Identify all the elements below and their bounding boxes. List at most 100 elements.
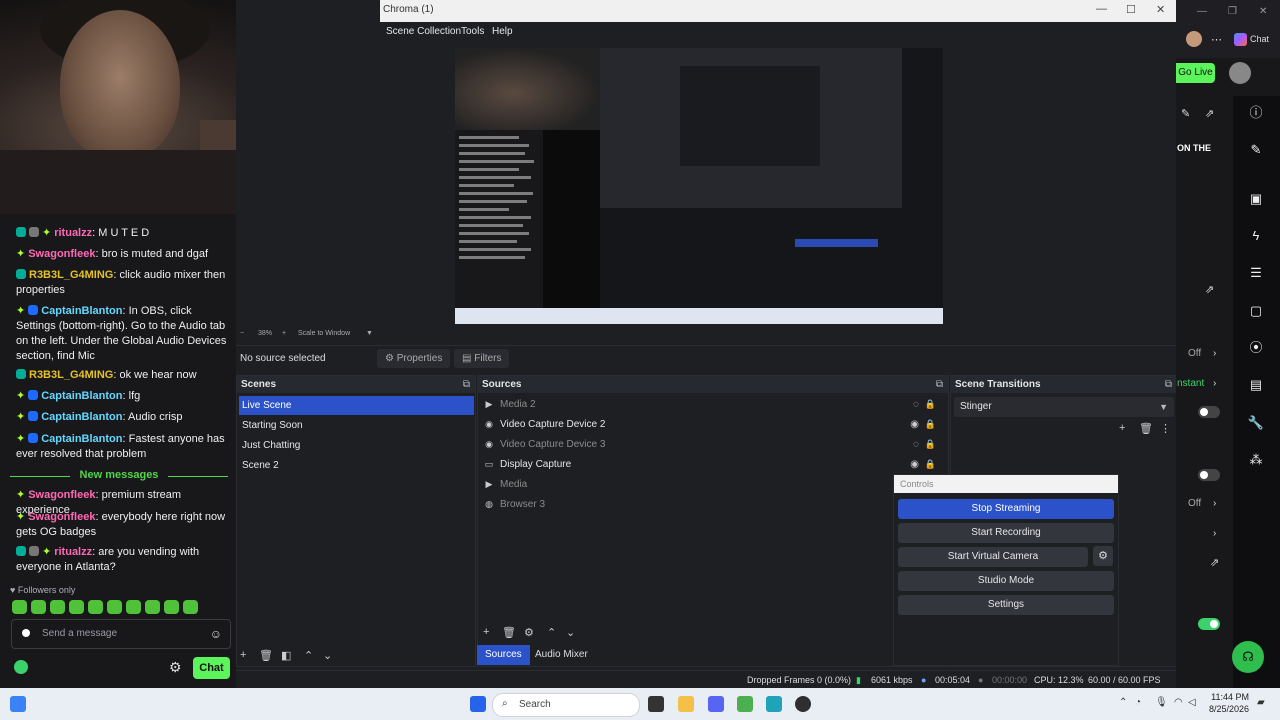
add-transition-icon[interactable]: + — [1119, 422, 1125, 434]
start-virtual-camera-button[interactable]: Start Virtual Camera — [898, 547, 1088, 567]
lock-icon[interactable]: 🔒 — [925, 415, 936, 434]
discord-icon[interactable] — [708, 696, 724, 712]
menu-help[interactable]: Help — [492, 26, 513, 37]
scene-filters-icon[interactable]: ◧ — [281, 649, 291, 662]
dock-icon[interactable]: ⧉ — [1165, 376, 1172, 393]
delete-scene-icon[interactable]: 🗑 — [259, 649, 273, 662]
emote-bar[interactable] — [12, 600, 202, 616]
dock-icon[interactable]: ⧉ — [936, 376, 943, 393]
add-source-icon[interactable]: + — [483, 626, 489, 638]
source-settings-gear-icon[interactable]: ⚙ — [524, 626, 534, 639]
avatar[interactable] — [1229, 62, 1251, 84]
media-icon[interactable]: ▣ — [1244, 187, 1268, 211]
chevron-right-icon[interactable]: › — [1213, 378, 1216, 389]
maximize-icon[interactable]: ☐ — [1126, 3, 1136, 16]
scene-item-starting-soon[interactable]: Starting Soon — [239, 416, 474, 435]
edge-icon[interactable] — [766, 696, 782, 712]
chat-settings-gear-icon[interactable]: ⚙ — [169, 659, 182, 676]
tab-audio-mixer[interactable]: Audio Mixer — [527, 645, 596, 665]
lightning-icon[interactable]: ϟ — [1244, 224, 1268, 248]
chevron-down-icon[interactable]: ▼ — [366, 330, 373, 337]
chat-input[interactable]: Send a message ☺ — [11, 619, 231, 649]
delete-transition-icon[interactable]: 🗑 — [1139, 422, 1153, 435]
move-down-icon[interactable]: ⌄ — [566, 626, 575, 639]
studio-mode-button[interactable]: Studio Mode — [898, 571, 1114, 591]
filters-button[interactable]: ▤ Filters — [454, 349, 510, 368]
more-icon[interactable]: ⋮ — [1160, 422, 1171, 435]
add-scene-icon[interactable]: + — [240, 649, 246, 661]
emoji-icon[interactable]: ☺ — [210, 627, 222, 641]
taskbar-search[interactable]: ⌕ Search — [492, 693, 640, 717]
external-link-icon[interactable]: ⇗ — [1210, 556, 1219, 569]
eye-hidden-icon[interactable]: ◌ — [913, 395, 919, 414]
zoom-out-icon[interactable]: − — [240, 330, 244, 337]
tab-sources[interactable]: Sources — [477, 645, 530, 665]
headset-icon[interactable]: ☊ — [1232, 641, 1264, 673]
program-preview[interactable] — [455, 48, 943, 324]
eye-hidden-icon[interactable]: ◌ — [913, 435, 919, 454]
popout-icon[interactable]: ⇗ — [1205, 283, 1214, 296]
start-recording-button[interactable]: Start Recording — [898, 523, 1114, 543]
volume-icon[interactable]: ◁ — [1188, 697, 1196, 708]
source-item[interactable]: ▶ Media 2 ◌ 🔒 — [482, 395, 944, 414]
close-icon[interactable]: ✕ — [1156, 3, 1165, 16]
task-view-icon[interactable] — [648, 696, 664, 712]
settings-button[interactable]: Settings — [898, 595, 1114, 615]
move-down-icon[interactable]: ⌄ — [323, 649, 332, 662]
scene-item-scene-2[interactable]: Scene 2 — [239, 456, 474, 475]
new-messages-divider[interactable]: New messages — [10, 469, 228, 481]
more-icon[interactable]: ⋯ — [1211, 33, 1222, 46]
dock-icon[interactable]: ⧉ — [463, 376, 470, 393]
go-live-button[interactable]: Go Live — [1176, 63, 1215, 83]
wifi-icon[interactable]: ◠ — [1174, 697, 1183, 708]
points-icon[interactable] — [14, 660, 28, 674]
chat-bubble-icon[interactable]: ▢ — [1244, 299, 1268, 323]
toggle-switch[interactable] — [1198, 406, 1220, 418]
pencil-icon[interactable]: ✎ — [1244, 138, 1268, 162]
widgets-icon[interactable] — [10, 696, 26, 712]
source-item[interactable]: ◉ Video Capture Device 3 ◌ 🔒 — [482, 435, 944, 454]
lock-icon[interactable]: 🔒 — [925, 395, 936, 414]
wrench-icon[interactable]: 🔧 — [1244, 411, 1268, 435]
profile-avatar[interactable] — [1186, 31, 1202, 47]
restore-icon[interactable]: ❐ — [1228, 6, 1237, 17]
obs-icon[interactable] — [795, 696, 811, 712]
eye-icon[interactable]: ◉ — [910, 415, 919, 434]
toggle-switch[interactable] — [1198, 469, 1220, 481]
chevron-right-icon[interactable]: › — [1213, 528, 1216, 539]
chevron-right-icon[interactable]: › — [1213, 348, 1216, 359]
source-item[interactable]: ▶ Media — [482, 475, 944, 494]
lock-icon[interactable]: 🔒 — [925, 455, 936, 474]
share-icon[interactable]: ⁂ — [1244, 448, 1268, 472]
minecraft-icon[interactable] — [737, 696, 753, 712]
file-explorer-icon[interactable] — [678, 696, 694, 712]
lock-icon[interactable]: 🔒 — [925, 435, 936, 454]
tray-overflow-icon[interactable]: ⌃ — [1119, 697, 1127, 708]
mic-icon[interactable]: 🎙 — [1155, 697, 1168, 708]
source-item[interactable]: ◉ Video Capture Device 2 ◉ 🔒 — [482, 415, 944, 434]
edit-icon[interactable]: ✎ — [1181, 107, 1190, 120]
menu-scene-collection[interactable]: Scene Collection — [386, 26, 461, 37]
minimize-icon[interactable]: — — [1197, 6, 1207, 17]
zoom-in-icon[interactable]: + — [282, 330, 286, 337]
properties-button[interactable]: ⚙ Properties — [377, 349, 451, 368]
notification-icon[interactable]: ▰ — [1257, 697, 1265, 708]
move-up-icon[interactable]: ⌃ — [304, 649, 313, 662]
menu-tools[interactable]: Tools — [461, 26, 484, 37]
stack-icon[interactable]: ▤ — [1244, 373, 1268, 397]
virtual-camera-gear-icon[interactable]: ⚙ — [1093, 546, 1113, 566]
stop-streaming-button[interactable]: Stop Streaming — [898, 499, 1114, 519]
close-icon[interactable]: ✕ — [1259, 6, 1267, 17]
move-up-icon[interactable]: ⌃ — [547, 626, 556, 639]
scene-item-live[interactable]: Live Scene — [239, 396, 474, 415]
minimize-icon[interactable]: — — [1096, 3, 1107, 15]
list-icon[interactable]: ☰ — [1244, 261, 1268, 285]
eye-icon[interactable]: ◉ — [910, 455, 919, 474]
start-icon[interactable] — [470, 696, 486, 712]
info-icon[interactable]: ⓘ — [1244, 101, 1268, 125]
toggle-switch-on[interactable] — [1198, 618, 1220, 630]
delete-source-icon[interactable]: 🗑 — [502, 626, 516, 639]
scale-mode[interactable]: Scale to Window — [298, 330, 350, 337]
broadcast-icon[interactable]: ⦿ — [1244, 336, 1268, 360]
tray-app-icon[interactable]: ◔ — [1135, 697, 1141, 708]
